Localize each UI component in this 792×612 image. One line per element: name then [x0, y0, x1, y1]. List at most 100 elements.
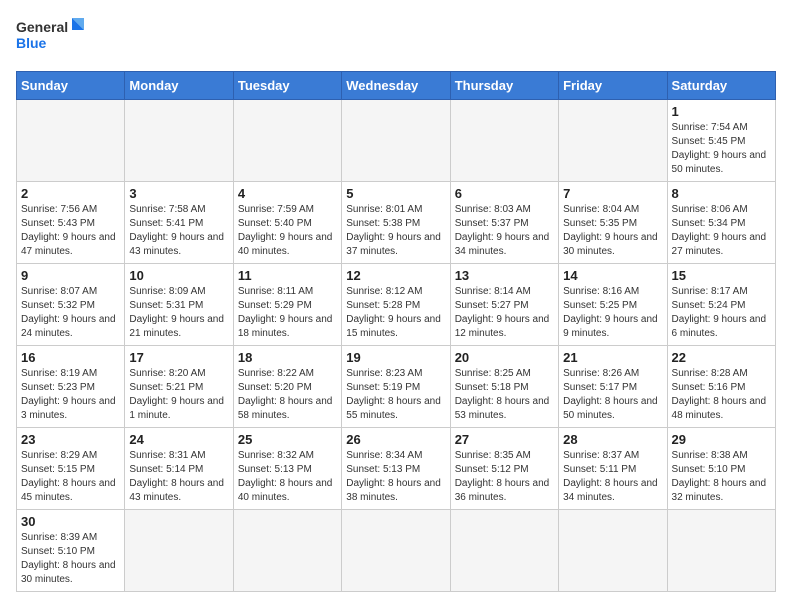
day-info: Sunrise: 8:17 AM Sunset: 5:24 PM Dayligh… [672, 285, 771, 341]
day-number: 24 [129, 432, 228, 447]
calendar-cell: 13 Sunrise: 8:14 AM Sunset: 5:27 PM Dayli… [450, 264, 558, 346]
day-number: 10 [129, 268, 228, 283]
calendar-cell: 18 Sunrise: 8:22 AM Sunset: 5:20 PM Dayli… [233, 346, 341, 428]
day-info: Sunrise: 8:25 AM Sunset: 5:18 PM Dayligh… [455, 367, 554, 423]
day-number: 16 [21, 350, 120, 365]
day-info: Sunrise: 7:56 AM Sunset: 5:43 PM Dayligh… [21, 203, 120, 259]
calendar-cell: 20Sunrise: 8:25 AM Sunset: 5:18 PM Dayli… [450, 346, 558, 428]
day-header-thursday: Thursday [450, 72, 558, 100]
calendar-cell: 29Sunrise: 8:38 AM Sunset: 5:10 PM Dayli… [667, 428, 775, 510]
calendar-cell [342, 510, 450, 592]
day-info: Sunrise: 8:03 AM Sunset: 5:37 PM Dayligh… [455, 203, 554, 259]
logo: General Blue [16, 16, 86, 61]
day-info: Sunrise: 8:29 AM Sunset: 5:15 PM Dayligh… [21, 449, 120, 505]
day-info: Sunrise: 8:23 AM Sunset: 5:19 PM Dayligh… [346, 367, 445, 423]
header: General Blue [16, 16, 776, 61]
week-row-4: 16 Sunrise: 8:19 AM Sunset: 5:23 PM Dayli… [17, 346, 776, 428]
calendar-cell: 9 Sunrise: 8:07 AM Sunset: 5:32 PM Daylig… [17, 264, 125, 346]
day-number: 26 [346, 432, 445, 447]
day-info: Sunrise: 8:19 AM Sunset: 5:23 PM Dayligh… [21, 367, 120, 423]
day-number: 9 [21, 268, 120, 283]
day-number: 7 [563, 186, 662, 201]
day-number: 13 [455, 268, 554, 283]
day-number: 15 [672, 268, 771, 283]
calendar-cell: 25Sunrise: 8:32 AM Sunset: 5:13 PM Dayli… [233, 428, 341, 510]
day-info: Sunrise: 7:54 AM Sunset: 5:45 PM Dayligh… [672, 121, 771, 177]
day-info: Sunrise: 8:14 AM Sunset: 5:27 PM Dayligh… [455, 285, 554, 341]
day-header-friday: Friday [559, 72, 667, 100]
day-number: 22 [672, 350, 771, 365]
day-header-wednesday: Wednesday [342, 72, 450, 100]
calendar-table: SundayMondayTuesdayWednesdayThursdayFrid… [16, 71, 776, 592]
calendar-cell: 7 Sunrise: 8:04 AM Sunset: 5:35 PM Daylig… [559, 182, 667, 264]
day-number: 5 [346, 186, 445, 201]
svg-text:Blue: Blue [16, 35, 47, 51]
day-header-monday: Monday [125, 72, 233, 100]
calendar-cell: 23 Sunrise: 8:29 AM Sunset: 5:15 PM Dayli… [17, 428, 125, 510]
day-info: Sunrise: 8:34 AM Sunset: 5:13 PM Dayligh… [346, 449, 445, 505]
day-info: Sunrise: 8:35 AM Sunset: 5:12 PM Dayligh… [455, 449, 554, 505]
calendar-cell: 24 Sunrise: 8:31 AM Sunset: 5:14 PM Dayli… [125, 428, 233, 510]
day-info: Sunrise: 8:26 AM Sunset: 5:17 PM Dayligh… [563, 367, 662, 423]
day-number: 30 [21, 514, 120, 529]
day-number: 1 [672, 104, 771, 119]
calendar-cell: 1 Sunrise: 7:54 AM Sunset: 5:45 PM Daylig… [667, 100, 775, 182]
day-header-sunday: Sunday [17, 72, 125, 100]
day-number: 27 [455, 432, 554, 447]
calendar-cell: 3Sunrise: 7:58 AM Sunset: 5:41 PM Daylig… [125, 182, 233, 264]
calendar-cell: 15 Sunrise: 8:17 AM Sunset: 5:24 PM Dayli… [667, 264, 775, 346]
day-info: Sunrise: 8:28 AM Sunset: 5:16 PM Dayligh… [672, 367, 771, 423]
calendar-cell: 22 Sunrise: 8:28 AM Sunset: 5:16 PM Dayli… [667, 346, 775, 428]
day-number: 2 [21, 186, 120, 201]
day-info: Sunrise: 8:31 AM Sunset: 5:14 PM Dayligh… [129, 449, 228, 505]
day-number: 28 [563, 432, 662, 447]
day-number: 14 [563, 268, 662, 283]
day-info: Sunrise: 8:37 AM Sunset: 5:11 PM Dayligh… [563, 449, 662, 505]
calendar-cell: 28 Sunrise: 8:37 AM Sunset: 5:11 PM Dayli… [559, 428, 667, 510]
day-info: Sunrise: 8:06 AM Sunset: 5:34 PM Dayligh… [672, 203, 771, 259]
calendar-cell [233, 510, 341, 592]
day-number: 21 [563, 350, 662, 365]
calendar-cell: 16 Sunrise: 8:19 AM Sunset: 5:23 PM Dayli… [17, 346, 125, 428]
calendar-cell: 2 Sunrise: 7:56 AM Sunset: 5:43 PM Daylig… [17, 182, 125, 264]
day-number: 23 [21, 432, 120, 447]
day-number: 3 [129, 186, 228, 201]
week-row-3: 9 Sunrise: 8:07 AM Sunset: 5:32 PM Daylig… [17, 264, 776, 346]
week-row-2: 2 Sunrise: 7:56 AM Sunset: 5:43 PM Daylig… [17, 182, 776, 264]
calendar-cell: 11Sunrise: 8:11 AM Sunset: 5:29 PM Dayli… [233, 264, 341, 346]
day-info: Sunrise: 8:12 AM Sunset: 5:28 PM Dayligh… [346, 285, 445, 341]
day-number: 18 [238, 350, 337, 365]
day-number: 6 [455, 186, 554, 201]
calendar-cell: 4 Sunrise: 7:59 AM Sunset: 5:40 PM Daylig… [233, 182, 341, 264]
days-header-row: SundayMondayTuesdayWednesdayThursdayFrid… [17, 72, 776, 100]
calendar-cell: 8 Sunrise: 8:06 AM Sunset: 5:34 PM Daylig… [667, 182, 775, 264]
calendar-cell [559, 100, 667, 182]
calendar-cell: 30 Sunrise: 8:39 AM Sunset: 5:10 PM Dayli… [17, 510, 125, 592]
day-info: Sunrise: 8:09 AM Sunset: 5:31 PM Dayligh… [129, 285, 228, 341]
svg-text:General: General [16, 19, 68, 35]
calendar-cell: 10 Sunrise: 8:09 AM Sunset: 5:31 PM Dayli… [125, 264, 233, 346]
day-number: 8 [672, 186, 771, 201]
day-header-saturday: Saturday [667, 72, 775, 100]
day-info: Sunrise: 7:59 AM Sunset: 5:40 PM Dayligh… [238, 203, 337, 259]
day-info: Sunrise: 8:38 AM Sunset: 5:10 PM Dayligh… [672, 449, 771, 505]
day-number: 4 [238, 186, 337, 201]
calendar-cell: 14 Sunrise: 8:16 AM Sunset: 5:25 PM Dayli… [559, 264, 667, 346]
general-blue-logo-icon: General Blue [16, 16, 86, 61]
calendar-cell [125, 100, 233, 182]
day-number: 12 [346, 268, 445, 283]
day-info: Sunrise: 8:22 AM Sunset: 5:20 PM Dayligh… [238, 367, 337, 423]
calendar-cell [450, 100, 558, 182]
calendar-cell: 19Sunrise: 8:23 AM Sunset: 5:19 PM Dayli… [342, 346, 450, 428]
day-info: Sunrise: 8:04 AM Sunset: 5:35 PM Dayligh… [563, 203, 662, 259]
calendar-cell [559, 510, 667, 592]
calendar-cell [342, 100, 450, 182]
calendar-cell [17, 100, 125, 182]
day-info: Sunrise: 8:39 AM Sunset: 5:10 PM Dayligh… [21, 531, 120, 587]
day-info: Sunrise: 8:11 AM Sunset: 5:29 PM Dayligh… [238, 285, 337, 341]
day-info: Sunrise: 8:16 AM Sunset: 5:25 PM Dayligh… [563, 285, 662, 341]
week-row-1: 1 Sunrise: 7:54 AM Sunset: 5:45 PM Daylig… [17, 100, 776, 182]
day-info: Sunrise: 8:01 AM Sunset: 5:38 PM Dayligh… [346, 203, 445, 259]
day-info: Sunrise: 8:07 AM Sunset: 5:32 PM Dayligh… [21, 285, 120, 341]
calendar-cell: 17Sunrise: 8:20 AM Sunset: 5:21 PM Dayli… [125, 346, 233, 428]
